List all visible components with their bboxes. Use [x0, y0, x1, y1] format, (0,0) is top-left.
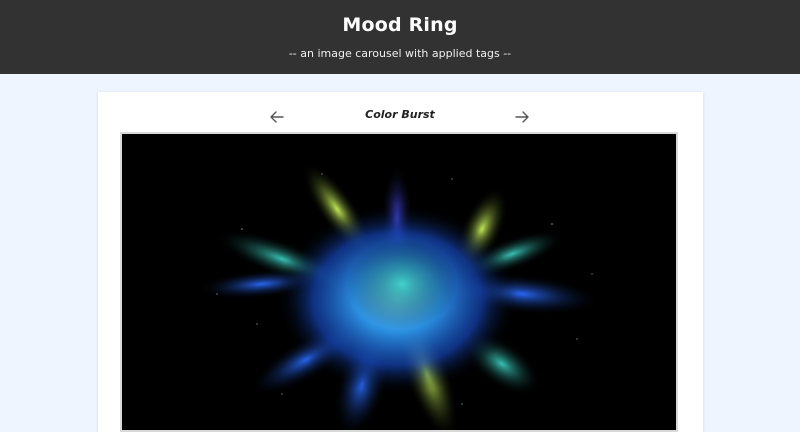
- site-subtitle: -- an image carousel with applied tags -…: [288, 47, 512, 60]
- site-title: Mood Ring: [342, 14, 458, 36]
- image-title: Color Burst: [365, 108, 435, 121]
- prev-image-button[interactable]: [266, 108, 288, 126]
- carousel-image: [120, 132, 678, 432]
- site-header: Mood Ring -- an image carousel with appl…: [0, 0, 800, 74]
- carousel-card: Color Burst: [98, 92, 703, 432]
- arrow-left-icon: [270, 111, 284, 123]
- next-image-button[interactable]: [511, 108, 533, 126]
- arrow-right-icon: [515, 111, 529, 123]
- color-burst-image: [122, 134, 676, 430]
